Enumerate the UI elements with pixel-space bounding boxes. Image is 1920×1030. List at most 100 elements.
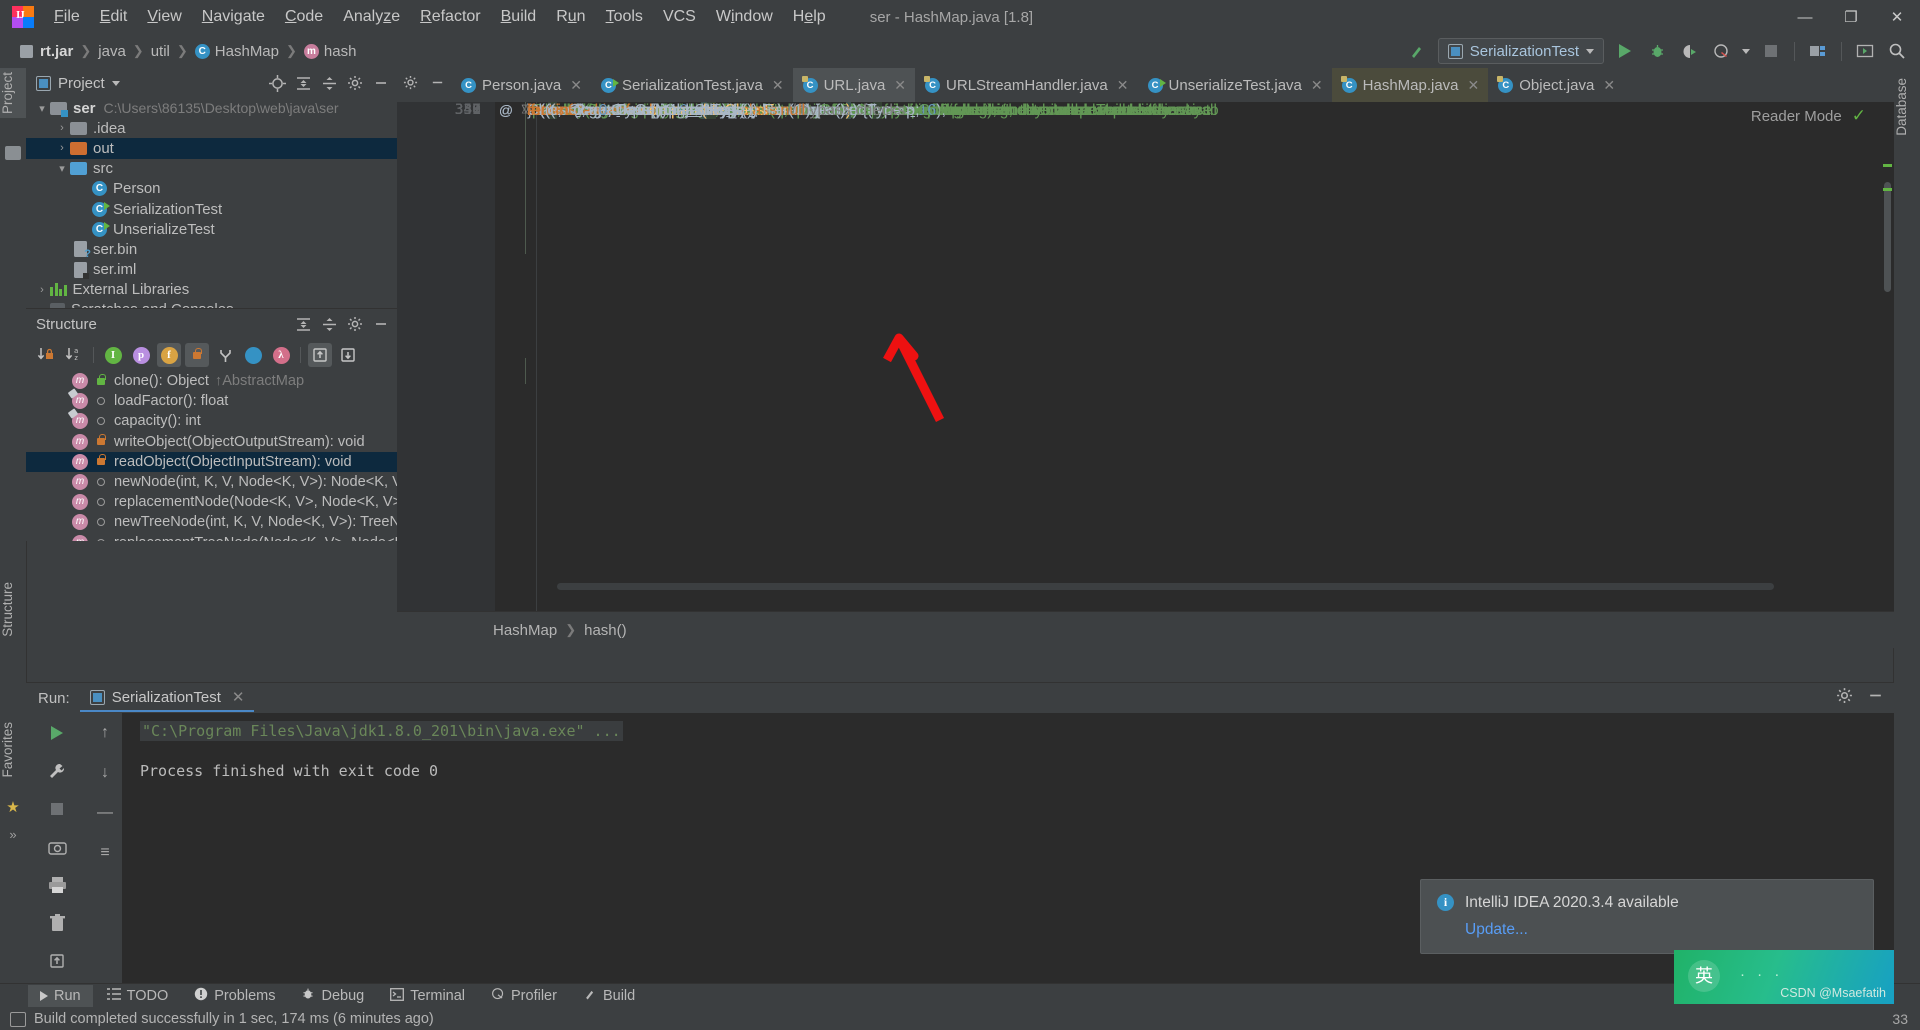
debug-button[interactable] xyxy=(1642,38,1672,64)
notification-balloon[interactable]: i IntelliJ IDEA 2020.3.4 available Updat… xyxy=(1420,879,1874,954)
sort-by-visibility-icon[interactable] xyxy=(34,343,58,367)
autoscroll-to-source-icon[interactable] xyxy=(308,343,332,367)
chevron-right-icon[interactable]: › xyxy=(54,122,70,134)
up-icon[interactable]: ↑ xyxy=(92,721,118,745)
export-icon[interactable] xyxy=(44,949,70,973)
sort-alphabetically-icon[interactable]: az xyxy=(62,343,86,367)
print-icon[interactable] xyxy=(44,873,70,897)
project-tree[interactable]: ▾ ser C:\Users\86135\Desktop\web\java\se… xyxy=(26,98,397,308)
close-icon[interactable]: ✕ xyxy=(1117,77,1129,94)
profiler-dropdown-icon[interactable] xyxy=(1738,38,1754,64)
run-configuration-selector[interactable]: SerializationTest xyxy=(1437,38,1604,64)
soft-wrap-icon[interactable]: — xyxy=(92,801,118,825)
expand-all-icon[interactable] xyxy=(293,314,313,334)
structure-item-capacity[interactable]: m capacity(): int xyxy=(26,411,397,431)
structure-item-writeobject[interactable]: m writeObject(ObjectOutputStream): void xyxy=(26,432,397,452)
editor-tab-person[interactable]: C Person.java ✕ xyxy=(451,68,591,102)
code-editor[interactable]: power-of-two masking, sets of hashes tha… xyxy=(397,102,1894,612)
structure-member-list[interactable]: m clone(): Object ↑AbstractMap m loadFac… xyxy=(26,371,397,541)
tool-window-button-problems[interactable]: Problems xyxy=(182,984,287,1008)
menu-help[interactable]: Help xyxy=(783,5,836,29)
tool-window-button-run[interactable]: Run xyxy=(28,985,93,1007)
editor-tab-url[interactable]: C URL.java ✕ xyxy=(792,68,916,102)
breadcrumb-item-util[interactable]: util xyxy=(147,42,174,61)
tree-node-serializationtest[interactable]: C SerializationTest xyxy=(26,199,397,219)
tool-window-button-debug[interactable]: Debug xyxy=(289,984,376,1008)
tool-window-button-build[interactable]: Build xyxy=(571,984,647,1008)
menu-edit[interactable]: Edit xyxy=(90,5,138,29)
menu-window[interactable]: Window xyxy=(706,5,783,29)
breadcrumb-class[interactable]: HashMap xyxy=(493,622,557,639)
structure-item-replacementtreenode[interactable]: m replacementTreeNode(Node<K, V>, Node<K… xyxy=(26,533,397,541)
menu-navigate[interactable]: Navigate xyxy=(192,5,275,29)
vertical-scrollbar[interactable] xyxy=(1884,182,1891,292)
tree-node-ser[interactable]: ▾ ser C:\Users\86135\Desktop\web\java\se… xyxy=(26,98,397,118)
run-tab-serializationtest[interactable]: SerializationTest ✕ xyxy=(79,684,255,712)
inspection-marker[interactable] xyxy=(1883,188,1892,191)
search-everywhere-button[interactable] xyxy=(1882,38,1912,64)
hide-panel-icon[interactable] xyxy=(1867,687,1884,709)
tree-node-seriml[interactable]: ser.iml xyxy=(26,260,397,280)
tree-node-scratches[interactable]: Scratches and Consoles xyxy=(26,300,397,308)
menu-code[interactable]: Code xyxy=(275,5,333,29)
structure-item-loadfactor[interactable]: m loadFactor(): float xyxy=(26,391,397,411)
chevron-right-icon[interactable]: › xyxy=(34,284,50,296)
locate-icon[interactable] xyxy=(267,73,287,93)
breadcrumb-item-java[interactable]: java xyxy=(94,42,130,61)
close-icon[interactable]: ✕ xyxy=(894,77,906,94)
expand-all-icon[interactable] xyxy=(293,73,313,93)
chevron-right-icon[interactable]: › xyxy=(54,142,70,154)
structure-item-newnode[interactable]: m newNode(int, K, V, Node<K, V>): Node<K… xyxy=(26,472,397,492)
editor-tab-urlstreamhandler[interactable]: C URLStreamHandler.java ✕ xyxy=(915,68,1137,102)
run-button[interactable] xyxy=(1610,38,1640,64)
close-icon[interactable]: ✕ xyxy=(772,77,784,94)
editor-gutter[interactable] xyxy=(397,102,495,612)
show-non-public-icon[interactable] xyxy=(185,343,209,367)
down-icon[interactable]: ↓ xyxy=(92,761,118,785)
tree-node-out[interactable]: › out xyxy=(26,138,397,159)
status-right-text[interactable]: 33 xyxy=(1892,1011,1908,1027)
project-structure-button[interactable] xyxy=(1803,38,1833,64)
close-icon[interactable]: ✕ xyxy=(232,688,245,706)
hide-panel-icon[interactable] xyxy=(371,314,391,334)
show-properties-icon[interactable]: p xyxy=(129,343,153,367)
inspection-marker[interactable] xyxy=(1883,164,1892,167)
ime-language-widget[interactable]: 英 · · · CSDN @Msaefatih xyxy=(1674,950,1894,1004)
close-icon[interactable]: ✕ xyxy=(1468,77,1480,94)
show-lambdas-icon[interactable]: λ xyxy=(269,343,293,367)
autoscroll-from-source-icon[interactable] xyxy=(336,343,360,367)
hide-panel-icon[interactable] xyxy=(430,75,445,95)
close-icon[interactable]: ✕ xyxy=(570,77,582,94)
editor-tab-serializationtest[interactable]: C SerializationTest.java ✕ xyxy=(591,68,793,102)
hide-panel-icon[interactable] xyxy=(371,73,391,93)
editor-tab-unserializetest[interactable]: C UnserializeTest.java ✕ xyxy=(1138,68,1332,102)
stripe-button-project[interactable]: Project xyxy=(0,68,26,119)
stop-icon[interactable] xyxy=(44,797,70,821)
menu-analyze[interactable]: Analyze xyxy=(333,5,410,29)
show-inherited-icon[interactable]: I xyxy=(101,343,125,367)
run-with-coverage-button[interactable] xyxy=(1674,38,1704,64)
close-button[interactable]: ✕ xyxy=(1874,0,1920,34)
project-panel-title-group[interactable]: Project xyxy=(36,75,120,92)
breadcrumb-item-rtjar[interactable]: rt.jar xyxy=(16,42,77,61)
menu-view[interactable]: View xyxy=(137,5,191,29)
show-anonymous-classes-icon[interactable] xyxy=(241,343,265,367)
tool-window-button-terminal[interactable]: Terminal xyxy=(378,985,477,1008)
menu-file[interactable]: File xyxy=(44,5,90,29)
rerun-icon[interactable] xyxy=(44,721,70,745)
wrench-icon[interactable] xyxy=(44,759,70,783)
stripe-button-structure[interactable]: Structure xyxy=(0,578,26,641)
menu-tools[interactable]: Tools xyxy=(596,5,653,29)
ime-language-badge[interactable]: 英 xyxy=(1688,960,1720,992)
breadcrumb-item-hashmap[interactable]: C HashMap xyxy=(191,42,283,61)
stripe-folder-icon[interactable] xyxy=(5,146,21,160)
settings-gear-icon[interactable] xyxy=(345,314,365,334)
tool-window-button-profiler[interactable]: Profiler xyxy=(479,984,569,1008)
notification-update-link[interactable]: Update... xyxy=(1465,921,1857,939)
stop-button[interactable] xyxy=(1756,38,1786,64)
menu-vcs[interactable]: VCS xyxy=(653,5,706,29)
horizontal-scrollbar[interactable] xyxy=(557,583,1774,590)
settings-gear-icon[interactable] xyxy=(403,75,418,95)
tree-node-external-libraries[interactable]: › External Libraries xyxy=(26,280,397,300)
chevron-down-icon[interactable]: ▾ xyxy=(54,162,70,175)
